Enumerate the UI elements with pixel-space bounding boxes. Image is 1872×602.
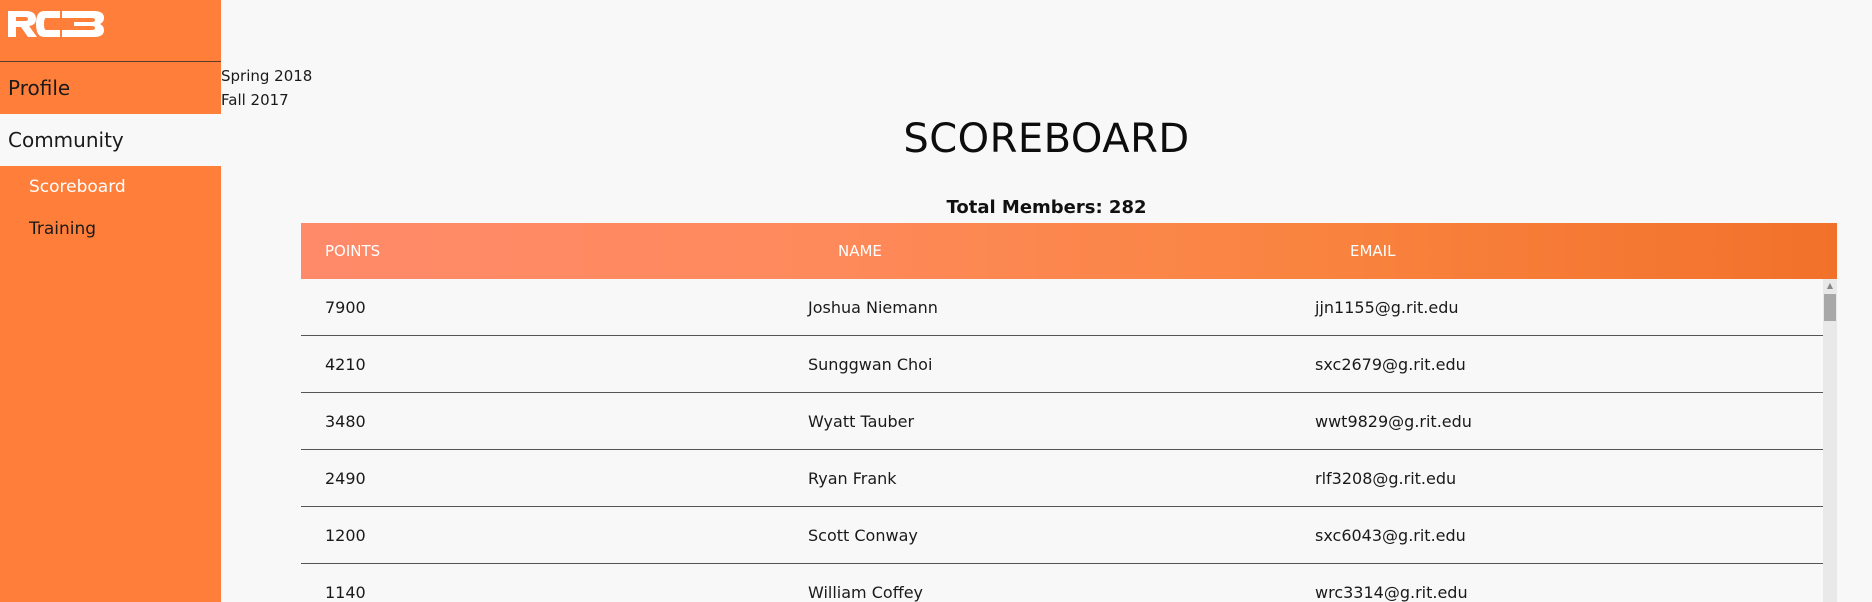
- table-body[interactable]: 7900 Joshua Niemann jjn1155@g.rit.edu 42…: [301, 279, 1823, 602]
- semester-list: Spring 2018 Fall 2017: [221, 64, 312, 112]
- sub-nav-training[interactable]: Training: [0, 208, 221, 250]
- cell-email: jjn1155@g.rit.edu: [1315, 297, 1459, 317]
- semester-link-fall-2017[interactable]: Fall 2017: [221, 88, 312, 112]
- table-scrollbar[interactable]: ▲: [1823, 279, 1837, 602]
- table-row: 1200 Scott Conway sxc6043@g.rit.edu: [301, 507, 1823, 564]
- cell-name: Scott Conway: [808, 525, 918, 545]
- sub-nav-training-label: Training: [29, 219, 97, 239]
- scoreboard-table: POINTS NAME EMAIL 7900 Joshua Niemann jj…: [301, 223, 1837, 602]
- table-row: 4210 Sunggwan Choi sxc2679@g.rit.edu: [301, 336, 1823, 393]
- cell-points: 2490: [325, 468, 366, 488]
- cell-email: wrc3314@g.rit.edu: [1315, 582, 1468, 602]
- cell-email: sxc6043@g.rit.edu: [1315, 525, 1466, 545]
- column-header-points[interactable]: POINTS: [301, 242, 813, 260]
- page-title: SCOREBOARD: [903, 116, 1190, 162]
- column-header-name[interactable]: NAME: [813, 242, 1325, 260]
- rc3-logo[interactable]: [0, 0, 221, 62]
- cell-name: Sunggwan Choi: [808, 354, 933, 374]
- cell-points: 7900: [325, 297, 366, 317]
- cell-name: William Coffey: [808, 582, 924, 602]
- rc3-logo-icon: [8, 11, 104, 37]
- scrollbar-thumb[interactable]: [1824, 294, 1836, 321]
- column-header-email[interactable]: EMAIL: [1325, 242, 1837, 260]
- nav-profile-label: Profile: [8, 76, 71, 100]
- cell-name: Ryan Frank: [808, 468, 897, 488]
- table-header: POINTS NAME EMAIL: [301, 223, 1837, 279]
- cell-name: Joshua Niemann: [808, 297, 938, 317]
- nav-community[interactable]: Community: [0, 114, 221, 166]
- semester-link-spring-2018[interactable]: Spring 2018: [221, 64, 312, 88]
- cell-email: sxc2679@g.rit.edu: [1315, 354, 1466, 374]
- cell-email: wwt9829@g.rit.edu: [1315, 411, 1472, 431]
- table-row: 7900 Joshua Niemann jjn1155@g.rit.edu: [301, 279, 1823, 336]
- cell-name: Wyatt Tauber: [808, 411, 915, 431]
- scroll-up-arrow-icon[interactable]: ▲: [1823, 279, 1837, 292]
- cell-points: 1140: [325, 582, 366, 602]
- sidebar: Profile Community Scoreboard Training: [0, 0, 221, 602]
- nav-profile[interactable]: Profile: [0, 62, 221, 114]
- cell-points: 1200: [325, 525, 366, 545]
- sub-nav-scoreboard-label: Scoreboard: [29, 177, 126, 197]
- nav-community-label: Community: [8, 128, 124, 152]
- cell-email: rlf3208@g.rit.edu: [1315, 468, 1457, 488]
- table-row: 3480 Wyatt Tauber wwt9829@g.rit.edu: [301, 393, 1823, 450]
- table-row: 2490 Ryan Frank rlf3208@g.rit.edu: [301, 450, 1823, 507]
- sub-nav-scoreboard[interactable]: Scoreboard: [0, 166, 221, 208]
- table-row: 1140 William Coffey wrc3314@g.rit.edu: [301, 564, 1823, 602]
- cell-points: 4210: [325, 354, 366, 374]
- cell-points: 3480: [325, 411, 366, 431]
- total-members: Total Members: 282: [946, 197, 1147, 218]
